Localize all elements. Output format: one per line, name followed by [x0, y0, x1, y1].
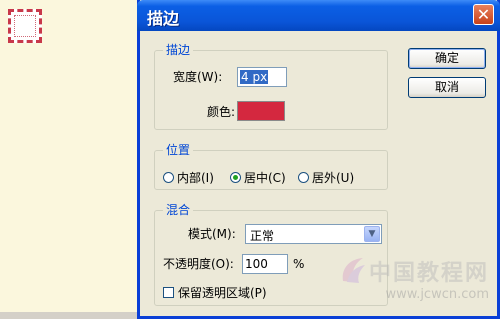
title-bar[interactable]: 描边 ✕ — [137, 0, 500, 31]
blending-group-title: 混合 — [163, 203, 194, 217]
opacity-input[interactable]: 100 — [242, 254, 288, 274]
location-group-title: 位置 — [163, 143, 194, 157]
color-swatch[interactable] — [237, 101, 285, 121]
stroke-dialog: 描边 ✕ 描边 宽度(W): 4 px 颜色: 位置 内部(I) 居中(C) 居… — [137, 0, 500, 319]
location-group: 位置 内部(I) 居中(C) 居外(U) — [154, 143, 388, 190]
preserve-transparency-box[interactable] — [163, 287, 174, 298]
radio-inside-dot[interactable] — [163, 172, 174, 183]
radio-inside[interactable]: 内部(I) — [163, 169, 214, 186]
stroke-group-title: 描边 — [163, 43, 194, 57]
width-label: 宽度(W): — [173, 70, 223, 84]
opacity-label: 不透明度(O): — [163, 257, 234, 271]
color-label: 颜色: — [207, 105, 236, 119]
radio-center-label: 居中(C) — [244, 171, 286, 185]
stroke-preview-sample — [8, 9, 42, 43]
watermark-url: www.jcwcn.com — [385, 287, 489, 302]
radio-center-dot[interactable] — [230, 172, 241, 183]
opacity-unit: % — [293, 257, 305, 271]
preview-inner-outline — [14, 15, 36, 37]
watermark: 中国教程网 www.jcwcn.com — [342, 255, 489, 302]
mode-select[interactable]: 正常 ▼ — [245, 224, 382, 244]
radio-center[interactable]: 居中(C) — [230, 169, 286, 186]
mode-label: 模式(M): — [188, 227, 236, 241]
ok-button[interactable]: 确定 — [408, 48, 486, 69]
cancel-button[interactable]: 取消 — [408, 77, 486, 98]
watermark-logo-icon — [342, 258, 365, 283]
opacity-value: 100 — [245, 257, 268, 271]
preserve-transparency-label: 保留透明区域(P) — [178, 286, 267, 300]
width-input[interactable]: 4 px — [237, 67, 287, 87]
stroke-group: 描边 宽度(W): 4 px 颜色: — [154, 43, 388, 130]
mode-value: 正常 — [250, 229, 275, 243]
radio-outside[interactable]: 居外(U) — [298, 169, 354, 186]
close-icon[interactable]: ✕ — [473, 4, 494, 25]
dialog-title: 描边 — [147, 9, 180, 28]
preserve-transparency-checkbox[interactable]: 保留透明区域(P) — [163, 284, 267, 301]
radio-outside-label: 居外(U) — [312, 171, 355, 185]
chevron-down-icon[interactable]: ▼ — [364, 226, 380, 242]
width-value: 4 px — [240, 70, 269, 84]
radio-outside-dot[interactable] — [298, 172, 309, 183]
radio-inside-label: 内部(I) — [177, 171, 214, 185]
watermark-text: 中国教程网 — [368, 261, 489, 286]
